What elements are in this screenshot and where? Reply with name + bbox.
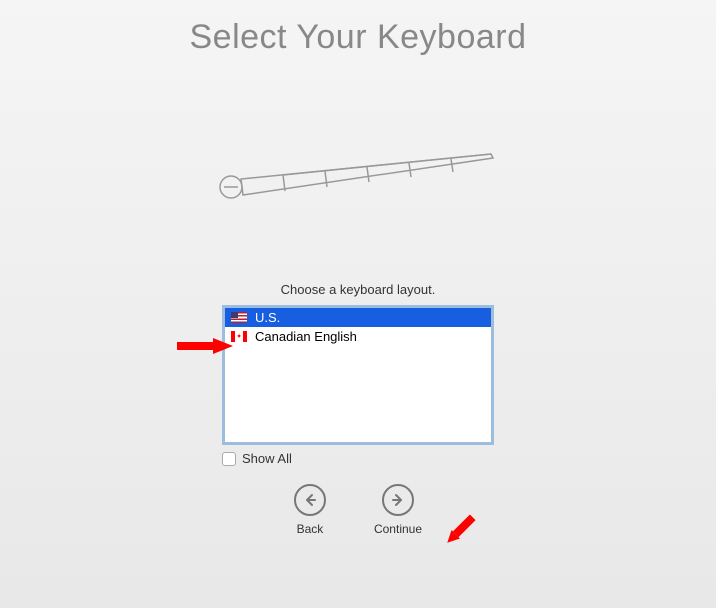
nav-buttons: Back Continue	[0, 484, 716, 536]
list-item[interactable]: ✦ Canadian English	[225, 327, 491, 346]
back-button[interactable]: Back	[294, 484, 326, 536]
us-flag-icon	[231, 312, 247, 323]
show-all-checkbox[interactable]	[222, 452, 236, 466]
page-title: Select Your Keyboard	[0, 18, 716, 57]
back-label: Back	[297, 522, 324, 536]
continue-button[interactable]: Continue	[374, 484, 422, 536]
list-item[interactable]: U.S.	[225, 308, 491, 327]
show-all-label: Show All	[242, 451, 292, 466]
instruction-text: Choose a keyboard layout.	[0, 282, 716, 297]
annotation-arrow-icon	[440, 510, 480, 555]
list-item-label: Canadian English	[255, 329, 357, 344]
arrow-left-icon	[294, 484, 326, 516]
keyboard-illustration	[0, 147, 716, 212]
arrow-right-icon	[382, 484, 414, 516]
show-all-row: Show All	[222, 451, 494, 466]
keyboard-layout-listbox[interactable]: U.S. ✦ Canadian English	[222, 305, 494, 445]
list-item-label: U.S.	[255, 310, 280, 325]
continue-label: Continue	[374, 522, 422, 536]
annotation-arrow-icon	[175, 334, 235, 363]
